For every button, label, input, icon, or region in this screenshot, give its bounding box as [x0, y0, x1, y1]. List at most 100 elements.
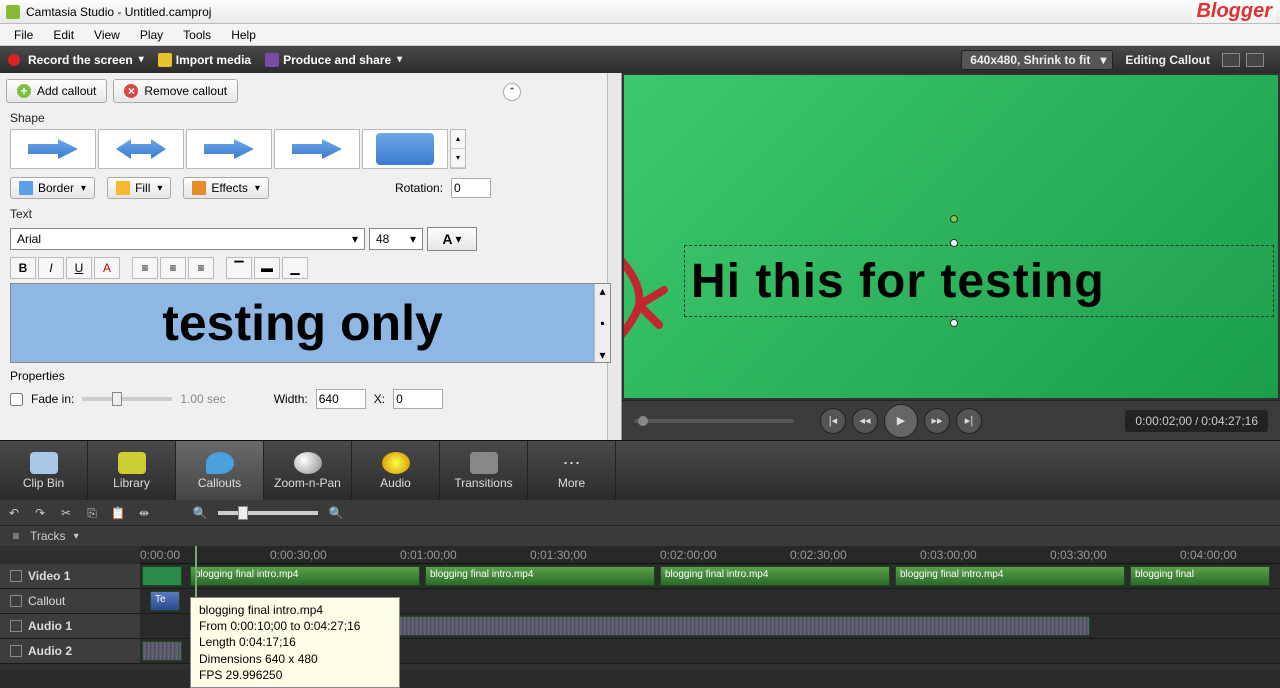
menu-file[interactable]: File — [4, 26, 43, 44]
video-clip[interactable]: blogging final intro.mp4 — [425, 566, 655, 586]
border-dropdown[interactable]: Border▾ — [10, 177, 95, 199]
valign-mid-button[interactable]: ▬ — [254, 257, 280, 279]
title-app: Camtasia Studio - Untitled.camproj — [26, 5, 211, 19]
shape-arrow-curve[interactable] — [274, 129, 360, 169]
video-clip[interactable]: blogging final — [1130, 566, 1270, 586]
zoom-slider[interactable] — [218, 511, 318, 515]
undo-icon[interactable]: ↶ — [6, 505, 22, 521]
zoom-icon — [294, 452, 322, 474]
callout-clip[interactable]: Te — [150, 591, 180, 611]
collapse-icon[interactable]: ⌃ — [503, 83, 521, 101]
tab-more[interactable]: ⋯More — [528, 441, 616, 500]
zoom-in-icon[interactable]: 🔍 — [328, 505, 344, 521]
width-input[interactable] — [316, 389, 366, 409]
cut-icon[interactable]: ✂ — [58, 505, 74, 521]
effects-icon — [192, 181, 206, 195]
menu-play[interactable]: Play — [130, 26, 173, 44]
border-icon — [19, 181, 33, 195]
add-callout-button[interactable]: +Add callout — [6, 79, 107, 103]
paste-icon[interactable]: 📋 — [110, 505, 126, 521]
preview-canvas[interactable]: Hi this for testing — [624, 75, 1278, 398]
track-audio2-label[interactable]: Audio 2 — [0, 639, 140, 663]
view-mode-icon[interactable] — [1222, 53, 1240, 67]
redo-icon[interactable]: ↷ — [32, 505, 48, 521]
menu-view[interactable]: View — [84, 26, 130, 44]
font-color-button[interactable]: A▾ — [427, 227, 477, 251]
tab-zoom[interactable]: Zoom-n-Pan — [264, 441, 352, 500]
valign-top-button[interactable]: ▔ — [226, 257, 252, 279]
tool-tabs: Clip Bin Library Callouts Zoom-n-Pan Aud… — [0, 440, 1280, 500]
tab-transitions[interactable]: Transitions — [440, 441, 528, 500]
audio-clip[interactable] — [142, 641, 182, 661]
video-clip[interactable]: blogging final intro.mp4 — [660, 566, 890, 586]
text-color-button[interactable]: A — [94, 257, 120, 279]
rotate-handle[interactable] — [950, 215, 958, 223]
forward-button[interactable]: ▸▸ — [924, 408, 950, 434]
track-callout-label[interactable]: Callout — [0, 589, 140, 613]
produce-button[interactable]: Produce and share▾ — [265, 53, 402, 67]
effects-dropdown[interactable]: Effects▾ — [183, 177, 269, 199]
tab-library[interactable]: Library — [88, 441, 176, 500]
textarea-scrollbar[interactable]: ▴▪▾ — [594, 284, 610, 362]
next-button[interactable]: ▸| — [956, 408, 982, 434]
folder-icon — [158, 53, 172, 67]
canvas-callout-text[interactable]: Hi this for testing — [684, 245, 1274, 317]
video-thumb[interactable] — [142, 566, 182, 586]
video-clip[interactable]: blogging final intro.mp4 — [190, 566, 420, 586]
valign-bot-button[interactable]: ▁ — [282, 257, 308, 279]
align-left-button[interactable]: ≡ — [132, 257, 158, 279]
tab-audio[interactable]: Audio — [352, 441, 440, 500]
rewind-button[interactable]: ◂◂ — [852, 408, 878, 434]
italic-button[interactable]: I — [38, 257, 64, 279]
fullscreen-icon[interactable] — [1246, 53, 1264, 67]
align-center-button[interactable]: ≡ — [160, 257, 186, 279]
tracks-icon[interactable]: ≡ — [8, 528, 24, 544]
menu-edit[interactable]: Edit — [43, 26, 84, 44]
tab-clipbin[interactable]: Clip Bin — [0, 441, 88, 500]
fadein-checkbox[interactable] — [10, 393, 23, 406]
rotation-input[interactable] — [451, 178, 491, 198]
underline-button[interactable]: U — [66, 257, 92, 279]
track-video1-label[interactable]: Video 1 — [0, 564, 140, 588]
font-select[interactable]: Arial▾ — [10, 228, 365, 250]
shape-arrow-bi[interactable] — [98, 129, 184, 169]
zoom-out-icon[interactable]: 🔍 — [192, 505, 208, 521]
eye-icon[interactable] — [10, 570, 22, 582]
scrollbar[interactable] — [607, 73, 621, 440]
eye-icon[interactable] — [10, 645, 22, 657]
seek-slider[interactable] — [634, 419, 794, 423]
timeline-ruler[interactable]: 0:00:00 0:00:30;00 0:01:00;00 0:01:30;00… — [140, 546, 1280, 564]
import-media-button[interactable]: Import media — [158, 53, 251, 67]
eye-icon[interactable] — [10, 595, 22, 607]
bold-button[interactable]: B — [10, 257, 36, 279]
video-clip[interactable]: blogging final intro.mp4 — [895, 566, 1125, 586]
size-select[interactable]: 48▾ — [369, 228, 423, 250]
timeline-toolbar: ↶ ↷ ✂ ⎘ 📋 ⇹ 🔍 🔍 — [0, 500, 1280, 526]
track-audio1-label[interactable]: Audio 1 — [0, 614, 140, 638]
split-icon[interactable]: ⇹ — [136, 505, 152, 521]
tab-callouts[interactable]: Callouts — [176, 441, 264, 500]
timecode: 0:00:02;00 / 0:04:27;16 — [1125, 410, 1268, 432]
fadein-slider[interactable] — [82, 397, 172, 401]
callout-textarea[interactable]: testing only ▴▪▾ — [10, 283, 611, 363]
library-icon — [118, 452, 146, 474]
copy-icon[interactable]: ⎘ — [84, 505, 100, 521]
record-button[interactable]: Record the screen▾ — [8, 53, 144, 67]
shape-scroll[interactable]: ▴▾ — [450, 129, 466, 169]
shape-rectangle[interactable] — [362, 129, 448, 169]
fill-dropdown[interactable]: Fill▾ — [107, 177, 171, 199]
resize-handle[interactable] — [950, 239, 958, 247]
resize-handle[interactable] — [950, 319, 958, 327]
shape-arrow-fast[interactable] — [186, 129, 272, 169]
x-input[interactable] — [393, 389, 443, 409]
audio-icon — [382, 452, 410, 474]
eye-icon[interactable] — [10, 620, 22, 632]
prev-button[interactable]: |◂ — [820, 408, 846, 434]
menu-tools[interactable]: Tools — [173, 26, 221, 44]
play-button[interactable]: ▶ — [884, 404, 918, 438]
remove-callout-button[interactable]: ×Remove callout — [113, 79, 238, 103]
align-right-button[interactable]: ≡ — [188, 257, 214, 279]
shape-arrow-right[interactable] — [10, 129, 96, 169]
menu-help[interactable]: Help — [221, 26, 266, 44]
resolution-dropdown[interactable]: 640x480, Shrink to fit — [961, 50, 1113, 70]
